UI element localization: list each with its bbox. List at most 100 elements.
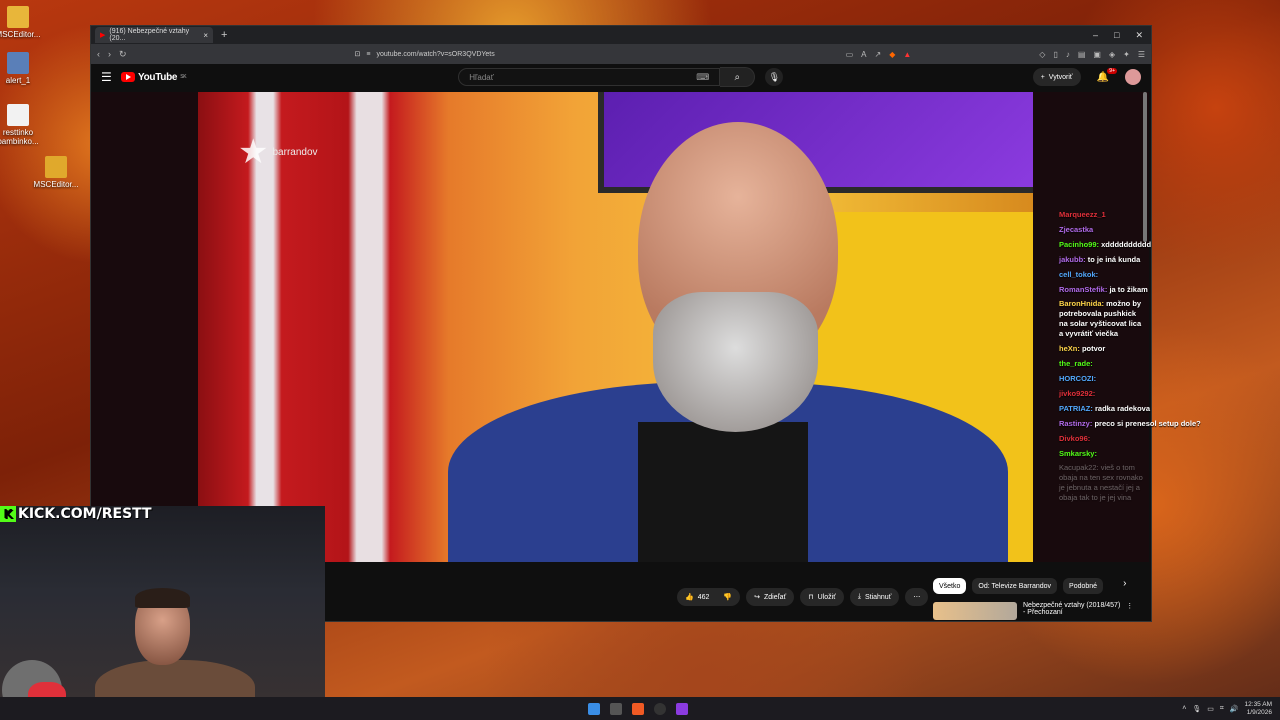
vpn-icon[interactable]: ◈ [1109,50,1115,59]
windows-start-icon[interactable] [588,702,600,715]
chip-all[interactable]: Všetko [933,578,967,594]
voice-search-button[interactable]: 🎙 [765,68,784,86]
url-text: youtube.com/watch?v=sOR3QVDYets [376,50,495,58]
keyboard-icon[interactable]: ⌨ [696,72,709,83]
chat-username[interactable]: cell_tokok: [1059,270,1098,279]
search-button[interactable]: ⌕ [720,67,756,87]
chip-related[interactable]: Podobné [1063,578,1104,594]
desktop-icon-msceditor[interactable]: MSCEditor... [0,6,46,39]
wallet-icon[interactable]: ▣ [1093,50,1101,59]
chat-username[interactable]: Zjecastka [1059,225,1093,234]
chat-text: ja to žikam [1109,285,1148,294]
streamer-hair [135,588,190,608]
download-label: Stiahnuť [864,593,892,601]
browser-tab[interactable]: ▶ (916) Nebezpečné vztahy (20... × [95,27,213,43]
url-field[interactable]: ⊡ ≡ youtube.com/watch?v=sOR3QVDYets [355,47,795,61]
desktop-icon-resttinko[interactable]: resttinko bambinko... [0,104,46,146]
extension-icon[interactable]: ▭ [846,50,854,59]
back-icon[interactable]: ‹ [97,49,100,59]
chat-message: jivko9292: [1059,386,1143,401]
task-view-icon[interactable] [610,702,622,715]
tab-close-icon[interactable]: × [203,31,208,40]
chat-message: Zjecastka [1059,222,1143,237]
chat-username[interactable]: heXn: [1059,344,1080,353]
like-button[interactable]: 👍 462 👎 [677,588,741,606]
shield-icon[interactable]: ◆ [889,50,895,59]
clock[interactable]: 12:35 AM 1/9/2026 [1245,701,1272,717]
save-button[interactable]: ⊓ Uložiť [800,588,844,606]
share-icon[interactable]: ↗ [875,50,882,59]
mic-tray-icon[interactable]: 🎙 [1192,705,1201,713]
chevron-up-icon[interactable]: ˄ [1182,705,1186,712]
chat-username[interactable]: Smkarsky: [1059,449,1097,458]
leo-icon[interactable]: ✦ [1123,50,1130,59]
chat-message: RomanStefik: ja to žikam [1059,282,1148,297]
chip-from-channel[interactable]: Od: Televize Barrandov [972,578,1058,594]
close-window-icon[interactable]: ✕ [1135,30,1143,41]
download-button[interactable]: ⤓ Stiahnuť [849,588,900,606]
related-thumbnail[interactable] [933,602,1017,620]
puzzle-icon[interactable]: ◇ [1039,50,1045,59]
obs-icon[interactable] [654,702,666,715]
scrollbar[interactable] [1143,92,1147,242]
music-icon[interactable]: ♪ [1066,50,1070,59]
minimize-icon[interactable]: – [1093,30,1098,41]
chat-username[interactable]: Kacupak22: [1059,463,1099,472]
reload-icon[interactable]: ↻ [119,49,127,60]
account-avatar[interactable] [1125,69,1141,85]
maximize-icon[interactable]: □ [1114,30,1119,41]
related-title[interactable]: Nebezpečné vztahy (2018/457) [1023,602,1120,609]
desktop-icon-label: resttinko bambinko... [0,128,39,146]
chat-username[interactable]: jakubb: [1059,255,1086,264]
bookmark-icon[interactable]: ⊡ [355,50,361,58]
chat-username[interactable]: jivko9292: [1059,389,1095,398]
display-icon[interactable]: ▭ [1207,705,1214,713]
chat-username[interactable]: Rastinzy: [1059,419,1092,428]
new-tab-button[interactable]: + [221,29,227,41]
create-button[interactable]: + Vytvoriť [1032,68,1081,86]
network-icon[interactable]: ⌗ [1220,705,1224,713]
menu-icon[interactable]: ☰ [1138,50,1145,59]
sidebar-icon[interactable]: ▯ [1053,50,1057,59]
chat-message: Rastinzy: preco si prenesol setup dole? [1059,416,1201,431]
share-button[interactable]: ↪ Zdieľať [746,588,795,606]
reward-icon[interactable]: ▲ [903,50,911,59]
app-icon[interactable] [676,702,688,715]
forward-icon[interactable]: › [108,49,111,59]
bookmark-save-icon: ⊓ [808,594,814,601]
video-player[interactable]: ★ barrandov Marqueezz_1 Zjecastka Pacinh… [91,92,1201,562]
chat-username[interactable]: PATRIAZ: [1059,404,1093,413]
share-label: Zdieľať [764,593,787,601]
chevron-right-icon[interactable]: › [1123,578,1126,594]
document-icon [7,104,29,126]
hamburger-menu-icon[interactable]: ☰ [101,70,121,84]
chat-message: PATRIAZ: radka radekova [1059,401,1150,416]
kebab-menu-icon[interactable]: ⋮ [1126,602,1133,620]
reader-icon[interactable]: ▤ [1078,50,1086,59]
notifications-button[interactable]: 🔔 9+ [1097,67,1117,83]
chat-username[interactable]: RomanStefik: [1059,285,1107,294]
more-actions-button[interactable]: ⋯ [905,588,929,606]
stream-chat-overlay: Marqueezz_1 Zjecastka Pacinho99: xdddddd… [1059,207,1201,505]
youtube-logo[interactable]: YouTube SK [121,72,187,83]
thumbs-down-icon[interactable]: 👎 [723,593,732,601]
chat-username[interactable]: the_rade: [1059,359,1093,368]
chat-username[interactable]: Marqueezz_1 [1059,210,1106,219]
beard [653,292,818,432]
chat-username[interactable]: Pacinho99: [1059,240,1099,249]
video-frame[interactable]: ★ barrandov [198,92,1033,562]
brave-browser-icon[interactable] [632,702,644,715]
chat-username[interactable]: BaronHnida: [1059,299,1104,308]
chat-username[interactable]: Divko96: [1059,434,1090,443]
volume-icon[interactable]: 🔊 [1230,705,1239,713]
search-input[interactable]: Hľadať ⌨ [458,68,721,86]
translate-icon[interactable]: A [861,50,866,59]
window-controls: – □ ✕ [1093,30,1151,41]
site-info-icon[interactable]: ≡ [366,51,370,58]
related-video[interactable]: Nebezpečné vztahy (2018/457) - Přechozan… [933,602,1133,620]
chat-message: HORCOZI: [1059,371,1143,386]
chat-message: Smkarsky: [1059,446,1143,461]
desktop-icon-alert[interactable]: alert_1 [0,52,46,85]
chat-username[interactable]: HORCOZI: [1059,374,1096,383]
desktop-icon-msceditor-2[interactable]: MSCEditor... [28,156,84,189]
